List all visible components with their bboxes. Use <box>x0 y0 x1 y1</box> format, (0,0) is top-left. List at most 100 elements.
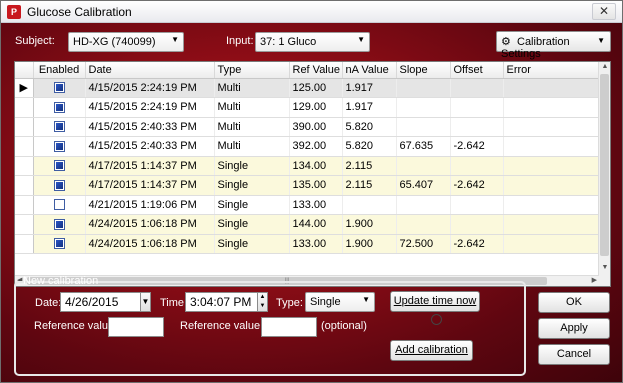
enabled-checkbox[interactable] <box>53 82 65 94</box>
reference-value-2-label: Reference value 2: <box>180 320 273 332</box>
enabled-cell[interactable] <box>33 117 86 137</box>
row-header[interactable] <box>15 136 34 157</box>
offset-cell <box>450 78 504 98</box>
type-cell: Multi <box>214 97 290 118</box>
offset-cell <box>450 214 504 235</box>
offset-cell <box>450 156 504 176</box>
reference-value-2-input[interactable] <box>261 317 317 337</box>
row-header[interactable] <box>15 234 34 254</box>
type-cell: Single <box>214 156 290 176</box>
table-row[interactable]: 4/21/2015 1:19:06 PM Single 133.00 <box>15 195 602 215</box>
spin-up-icon[interactable]: ▲ <box>258 293 267 302</box>
type-dropdown[interactable]: Single ▼ <box>305 292 375 312</box>
enabled-cell[interactable] <box>33 175 86 196</box>
enabled-checkbox[interactable] <box>53 121 65 133</box>
subject-label: Subject: <box>15 35 55 47</box>
enabled-checkbox[interactable] <box>53 160 65 172</box>
ref-value-cell: 125.00 <box>289 78 343 98</box>
column-header-date[interactable]: Date <box>85 62 215 79</box>
column-header-slope[interactable]: Slope <box>396 62 451 79</box>
time-label: Time: <box>160 297 188 309</box>
error-cell <box>503 97 602 118</box>
reference-value-input[interactable] <box>108 317 164 337</box>
calibration-grid[interactable]: Enabled Date Type Ref Value nA Value Slo… <box>14 61 611 287</box>
spin-down-icon[interactable]: ▼ <box>258 302 267 311</box>
new-calibration-title: New calibration <box>23 275 99 287</box>
table-row[interactable]: 4/15/2015 2:40:33 PM Multi 390.00 5.820 <box>15 117 602 137</box>
vertical-scroll-thumb[interactable] <box>600 74 609 256</box>
scroll-down-icon[interactable]: ▼ <box>600 264 610 274</box>
na-value-cell: 1.900 <box>342 214 397 235</box>
apply-button[interactable]: Apply <box>538 318 610 339</box>
na-value-cell: 5.820 <box>342 117 397 137</box>
column-header-enabled[interactable]: Enabled <box>33 62 86 79</box>
row-header[interactable] <box>15 195 34 215</box>
enabled-checkbox[interactable] <box>53 140 65 152</box>
update-time-now-button[interactable]: Update time now <box>390 291 480 325</box>
app-icon: P <box>7 5 21 19</box>
table-row[interactable]: 4/17/2015 1:14:37 PM Single 135.00 2.115 65.… <box>15 175 602 196</box>
date-cell: 4/15/2015 2:24:19 PM <box>85 97 215 118</box>
enabled-cell[interactable] <box>33 97 86 118</box>
row-header[interactable] <box>15 156 34 176</box>
row-header[interactable]: ▶ <box>15 78 34 98</box>
enabled-checkbox[interactable] <box>53 101 65 113</box>
offset-cell <box>450 117 504 137</box>
column-header-error[interactable]: Error <box>503 62 602 79</box>
chevron-down-icon: ▼ <box>357 35 365 44</box>
subject-dropdown[interactable]: HD-XG (740099) ▼ <box>68 32 184 52</box>
cancel-button[interactable]: Cancel <box>538 344 610 365</box>
add-calibration-label: Add calibration <box>395 344 468 356</box>
enabled-cell[interactable] <box>33 136 86 157</box>
table-row[interactable]: 4/24/2015 1:06:18 PM Single 144.00 1.900 <box>15 214 602 235</box>
enabled-cell[interactable] <box>33 78 86 98</box>
row-header-corner <box>15 62 34 79</box>
vertical-scrollbar[interactable]: ▲ ▼ <box>598 62 610 286</box>
error-cell <box>503 175 602 196</box>
enabled-cell[interactable] <box>33 214 86 235</box>
chevron-down-icon: ▼ <box>362 295 370 304</box>
input-dropdown[interactable]: 37: 1 Gluco ▼ <box>255 32 370 52</box>
na-value-cell: 2.115 <box>342 156 397 176</box>
clock-icon <box>431 313 442 325</box>
time-field[interactable]: 3:04:07 PM <box>185 292 258 312</box>
row-header[interactable] <box>15 175 34 196</box>
ref-value-cell: 390.00 <box>289 117 343 137</box>
row-header[interactable] <box>15 97 34 118</box>
ref-value-cell: 392.00 <box>289 136 343 157</box>
ok-button[interactable]: OK <box>538 292 610 313</box>
row-header[interactable] <box>15 117 34 137</box>
date-label: Date: <box>35 297 62 309</box>
slope-cell <box>396 214 451 235</box>
date-dropdown-button[interactable]: ▼ <box>140 292 151 312</box>
date-cell: 4/21/2015 1:19:06 PM <box>85 195 215 215</box>
scroll-right-icon[interactable]: ▶ <box>592 276 597 284</box>
scroll-up-icon[interactable]: ▲ <box>600 63 610 73</box>
column-header-offset[interactable]: Offset <box>450 62 504 79</box>
table-row[interactable]: 4/17/2015 1:14:37 PM Single 134.00 2.115 <box>15 156 602 176</box>
date-field[interactable]: 4/26/2015 <box>60 292 141 312</box>
dialog-body: Subject: HD-XG (740099) ▼ Input: 37: 1 G… <box>1 23 622 382</box>
enabled-checkbox[interactable] <box>53 218 65 230</box>
table-row[interactable]: 4/24/2015 1:06:18 PM Single 133.00 1.900 72.… <box>15 234 602 254</box>
column-header-type[interactable]: Type <box>214 62 290 79</box>
table-row[interactable]: ▶ 4/15/2015 2:24:19 PM Multi 125.00 1.917 <box>15 78 602 98</box>
enabled-checkbox[interactable] <box>53 199 65 211</box>
na-value-cell: 1.900 <box>342 234 397 254</box>
enabled-cell[interactable] <box>33 234 86 254</box>
table-row[interactable]: 4/15/2015 2:24:19 PM Multi 129.00 1.917 <box>15 97 602 118</box>
row-header[interactable] <box>15 214 34 235</box>
time-spinner[interactable]: ▲ ▼ <box>257 292 268 312</box>
enabled-cell[interactable] <box>33 156 86 176</box>
close-button[interactable]: ✕ <box>592 3 616 20</box>
add-calibration-button[interactable]: Add calibration <box>390 340 473 361</box>
enabled-checkbox[interactable] <box>53 179 65 191</box>
type-cell: Single <box>214 195 290 215</box>
enabled-checkbox[interactable] <box>53 238 65 250</box>
calibration-settings-button[interactable]: ⚙ Calibration Settings ▼ <box>496 31 611 60</box>
type-cell: Multi <box>214 117 290 137</box>
column-header-ref-value[interactable]: Ref Value <box>289 62 343 79</box>
enabled-cell[interactable] <box>33 195 86 215</box>
table-row[interactable]: 4/15/2015 2:40:33 PM Multi 392.00 5.820 67.6… <box>15 136 602 157</box>
column-header-na-value[interactable]: nA Value <box>342 62 397 79</box>
